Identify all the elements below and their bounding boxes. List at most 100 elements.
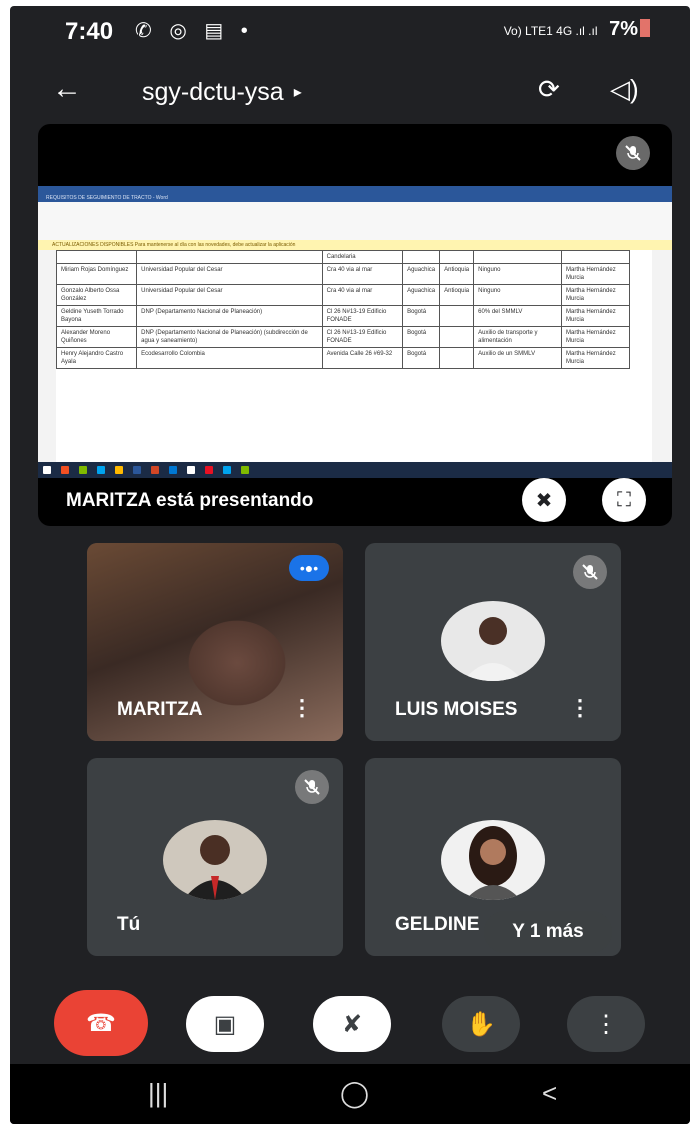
home-icon[interactable]: ◯ (340, 1078, 369, 1109)
signal-icon: Vo) LTE1 4G .ıl .ıl (503, 24, 598, 38)
fullscreen-icon: ⛶ (617, 488, 631, 511)
table-cell: Martha Hernández Murcia (561, 284, 630, 306)
table-cell: Antioquia (439, 284, 475, 306)
table-cell: DNP (Departamento Nacional de Planeación… (136, 305, 323, 327)
table-cell: Cl 26 N#13-19 Edificio FONADE (321, 326, 404, 348)
more-options-button[interactable]: ⋮ (567, 996, 645, 1052)
more-options-icon[interactable]: ⋮ (569, 695, 591, 721)
meeting-code: sgy-dctu-ysa (142, 78, 284, 106)
table-cell: Gonzalo Alberto Ossa González (55, 284, 138, 306)
status-right: Vo) LTE1 4G .ıl .ıl 7% (504, 18, 650, 41)
participant-name: MARITZA (117, 699, 203, 720)
avatar (441, 601, 545, 681)
table-cell: Martha Hernández Murcia (561, 326, 630, 348)
table-cell: 60% del SMMLV (473, 305, 562, 327)
participant-tile-maritza[interactable]: •●• MARITZA ⋮ (87, 543, 343, 741)
table-cell (439, 347, 475, 369)
avatar (441, 820, 545, 900)
meeting-top-bar: ← sgy-dctu-ysa ▸ ⟳ ◁) (10, 68, 690, 120)
participant-name: GELDINE (395, 914, 480, 935)
table-cell (136, 250, 323, 264)
word-info-bar: ACTUALIZACIONES DISPONIBLES Para mantene… (38, 240, 672, 250)
table-row: Henry Alejandro Castro Ayala Ecodesarroll… (55, 347, 630, 369)
table-cell: Auxilio de transporte y alimentación (473, 326, 562, 348)
table-cell (55, 250, 138, 264)
participant-tile-self[interactable]: Tú (87, 758, 343, 956)
participant-name: LUIS MOISES (395, 699, 518, 720)
speaker-icon[interactable]: ◁) (610, 74, 639, 105)
battery-icon (640, 19, 650, 37)
table-cell: Cra 40 via al mar (321, 263, 404, 285)
document-page: Candelaria Miriam Rojas Domínguez Universi… (55, 250, 652, 470)
raise-hand-button[interactable]: ✋ (442, 996, 520, 1052)
mic-off-icon: ✘ (341, 1010, 363, 1038)
table-cell: Geldine Yuseth Torrado Bayona (55, 305, 138, 327)
more-options-icon[interactable]: ⋮ (291, 695, 313, 721)
table-row: Miriam Rojas Domínguez Universidad Popula… (55, 263, 630, 285)
phone-screen: 7:40 ✆ ◎ ▤ • Vo) LTE1 4G .ıl .ıl 7% ← sg… (10, 6, 690, 1124)
battery-percent: 7% (609, 18, 638, 40)
back-icon[interactable]: < (542, 1078, 557, 1109)
table-cell (561, 250, 630, 264)
notification-icons: ✆ ◎ ▤ • (135, 20, 254, 42)
switch-camera-icon[interactable]: ⟳ (538, 74, 560, 105)
mic-toggle-button[interactable]: ✘ (313, 996, 391, 1052)
more-vert-icon: ⋮ (594, 1010, 618, 1038)
mic-off-icon (573, 555, 607, 589)
table-cell: Bogotá (402, 326, 441, 348)
table-cell: Bogotá (402, 305, 441, 327)
table-cell: Aguachica (402, 263, 441, 285)
participant-tile-luis-moises[interactable]: LUIS MOISES ⋮ (365, 543, 621, 741)
end-call-button[interactable]: ☎ (54, 990, 148, 1056)
table-cell: Miriam Rojas Domínguez (55, 263, 138, 285)
hand-icon: ✋ (466, 1010, 496, 1038)
table-cell (439, 305, 475, 327)
table-cell: Martha Hernández Murcia (561, 305, 630, 327)
table-cell: Avenida Calle 26 #69-32 (321, 347, 404, 369)
mic-off-icon (295, 770, 329, 804)
table-cell (473, 250, 562, 264)
phone-hangup-icon: ☎ (86, 1009, 116, 1037)
table-cell: Henry Alejandro Castro Ayala (55, 347, 138, 369)
word-title: REQUISITOS DE SEGUIMIENTO DE TRACTO - Wo… (46, 195, 168, 201)
table-cell: Ninguno (473, 284, 562, 306)
word-title-bar: REQUISITOS DE SEGUIMIENTO DE TRACTO - Wo… (38, 186, 672, 202)
recents-icon[interactable]: ||| (148, 1078, 168, 1109)
camera-off-icon: ▣ (213, 1010, 237, 1038)
table-row: Geldine Yuseth Torrado Bayona DNP (Depart… (55, 305, 630, 327)
table-cell: Alexander Moreno Quiñones (55, 326, 138, 348)
speaking-indicator-icon: •●• (289, 555, 329, 581)
windows-taskbar (38, 462, 672, 478)
table-cell: Bogotá (402, 347, 441, 369)
table-row: Alexander Moreno Quiñones DNP (Departamen… (55, 326, 630, 348)
table-cell: Martha Hernández Murcia (561, 347, 630, 369)
camera-toggle-button[interactable]: ▣ (186, 996, 264, 1052)
table-cell (439, 326, 475, 348)
table-cell: Ecodesarrollo Colombia (136, 347, 323, 369)
word-toolbar (38, 202, 672, 241)
table-cell: Antioquia (439, 263, 475, 285)
participant-name: Tú (117, 914, 141, 935)
table-cell: Martha Hernández Murcia (561, 263, 630, 285)
back-arrow-icon[interactable]: ← (52, 72, 82, 106)
chevron-right-icon: ▸ (293, 84, 302, 101)
unpin-button[interactable]: ✖ (522, 478, 566, 522)
document-table: Candelaria Miriam Rojas Domínguez Universi… (55, 250, 630, 369)
shared-screen: REQUISITOS DE SEGUIMIENTO DE TRACTO - Wo… (38, 186, 672, 478)
presentation-panel[interactable]: REQUISITOS DE SEGUIMIENTO DE TRACTO - Wo… (38, 124, 672, 526)
table-row: Gonzalo Alberto Ossa González Universidad… (55, 284, 630, 306)
avatar (163, 820, 267, 900)
table-cell: Auxilio de un SMMLV (473, 347, 562, 369)
status-time: 7:40 (65, 18, 114, 45)
table-cell: Cra 40 via al mar (321, 284, 404, 306)
more-participants-chip[interactable]: Y 1 más (484, 911, 612, 953)
table-cell: Aguachica (402, 284, 441, 306)
table-cell: Ninguno (473, 263, 562, 285)
table-cell: Candelaria (321, 250, 404, 264)
table-cell: Universidad Popular del Cesar (136, 284, 323, 306)
android-nav-bar: ||| ◯ < (10, 1064, 690, 1124)
table-row: Candelaria (55, 250, 630, 264)
meeting-code-button[interactable]: sgy-dctu-ysa ▸ (142, 78, 302, 107)
presenting-label: MARITZA está presentando (66, 490, 314, 511)
fullscreen-button[interactable]: ⛶ (602, 478, 646, 522)
